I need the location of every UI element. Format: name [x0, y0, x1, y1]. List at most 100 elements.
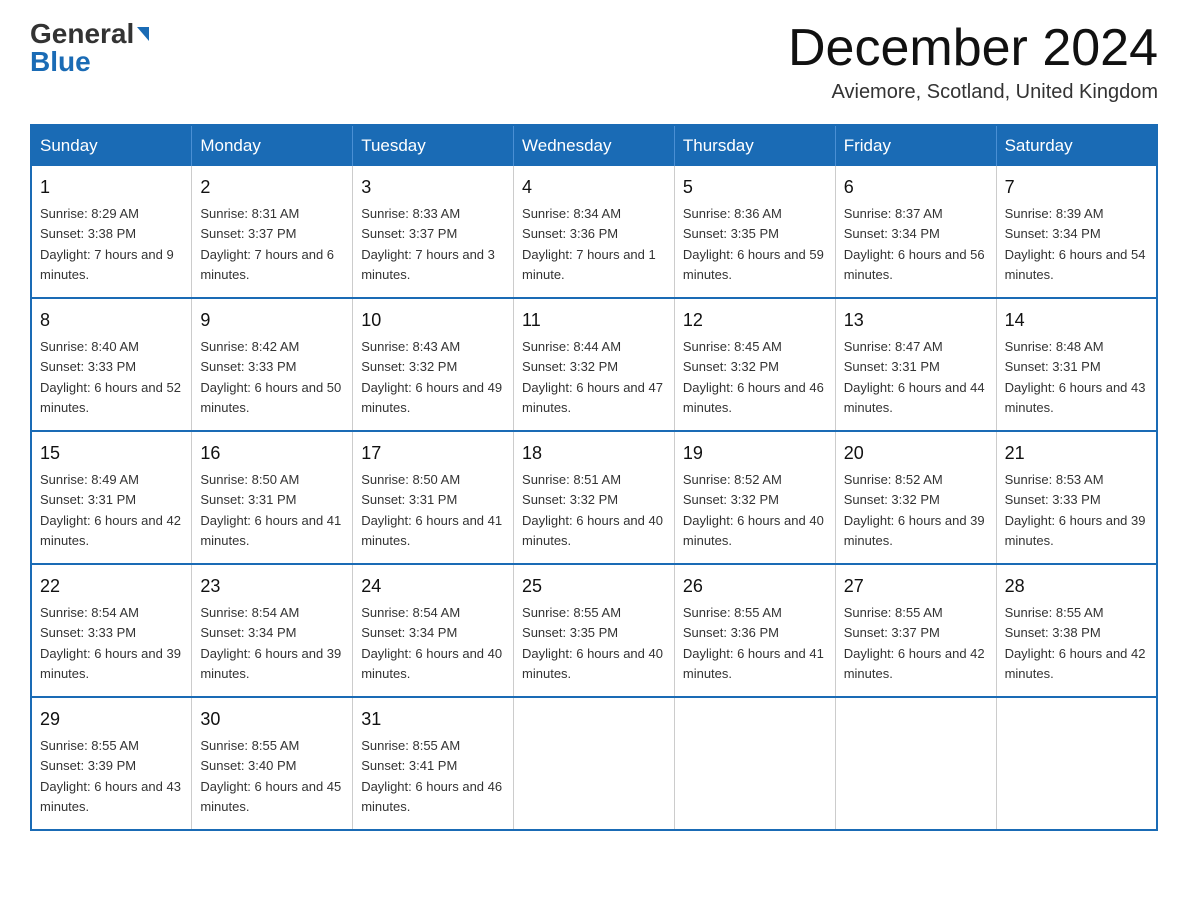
logo-arrow-icon [137, 27, 149, 41]
weekday-header-wednesday: Wednesday [514, 125, 675, 166]
day-info: Sunrise: 8:49 AMSunset: 3:31 PMDaylight:… [40, 472, 181, 548]
calendar-cell: 12 Sunrise: 8:45 AMSunset: 3:32 PMDaylig… [674, 298, 835, 431]
day-info: Sunrise: 8:48 AMSunset: 3:31 PMDaylight:… [1005, 339, 1146, 415]
day-info: Sunrise: 8:50 AMSunset: 3:31 PMDaylight:… [361, 472, 502, 548]
day-info: Sunrise: 8:37 AMSunset: 3:34 PMDaylight:… [844, 206, 985, 282]
day-number: 22 [40, 573, 183, 600]
calendar-cell: 4 Sunrise: 8:34 AMSunset: 3:36 PMDayligh… [514, 166, 675, 298]
calendar-cell: 11 Sunrise: 8:44 AMSunset: 3:32 PMDaylig… [514, 298, 675, 431]
weekday-header-saturday: Saturday [996, 125, 1157, 166]
day-info: Sunrise: 8:55 AMSunset: 3:39 PMDaylight:… [40, 738, 181, 814]
calendar-cell: 17 Sunrise: 8:50 AMSunset: 3:31 PMDaylig… [353, 431, 514, 564]
day-number: 7 [1005, 174, 1148, 201]
calendar-cell: 9 Sunrise: 8:42 AMSunset: 3:33 PMDayligh… [192, 298, 353, 431]
day-info: Sunrise: 8:45 AMSunset: 3:32 PMDaylight:… [683, 339, 824, 415]
calendar-week-row: 22 Sunrise: 8:54 AMSunset: 3:33 PMDaylig… [31, 564, 1157, 697]
logo: General Blue [30, 20, 149, 76]
day-number: 15 [40, 440, 183, 467]
day-number: 26 [683, 573, 827, 600]
day-number: 9 [200, 307, 344, 334]
day-number: 17 [361, 440, 505, 467]
day-number: 12 [683, 307, 827, 334]
day-info: Sunrise: 8:55 AMSunset: 3:38 PMDaylight:… [1005, 605, 1146, 681]
day-info: Sunrise: 8:54 AMSunset: 3:34 PMDaylight:… [361, 605, 502, 681]
logo-blue-text: Blue [30, 48, 91, 76]
calendar-cell: 23 Sunrise: 8:54 AMSunset: 3:34 PMDaylig… [192, 564, 353, 697]
calendar-cell: 25 Sunrise: 8:55 AMSunset: 3:35 PMDaylig… [514, 564, 675, 697]
calendar-cell: 15 Sunrise: 8:49 AMSunset: 3:31 PMDaylig… [31, 431, 192, 564]
weekday-header-thursday: Thursday [674, 125, 835, 166]
calendar-cell: 13 Sunrise: 8:47 AMSunset: 3:31 PMDaylig… [835, 298, 996, 431]
day-number: 8 [40, 307, 183, 334]
day-info: Sunrise: 8:31 AMSunset: 3:37 PMDaylight:… [200, 206, 334, 282]
calendar-cell: 16 Sunrise: 8:50 AMSunset: 3:31 PMDaylig… [192, 431, 353, 564]
calendar-cell: 20 Sunrise: 8:52 AMSunset: 3:32 PMDaylig… [835, 431, 996, 564]
day-number: 16 [200, 440, 344, 467]
day-info: Sunrise: 8:54 AMSunset: 3:33 PMDaylight:… [40, 605, 181, 681]
day-info: Sunrise: 8:55 AMSunset: 3:41 PMDaylight:… [361, 738, 502, 814]
calendar-cell: 2 Sunrise: 8:31 AMSunset: 3:37 PMDayligh… [192, 166, 353, 298]
day-number: 30 [200, 706, 344, 733]
calendar-cell: 8 Sunrise: 8:40 AMSunset: 3:33 PMDayligh… [31, 298, 192, 431]
day-number: 14 [1005, 307, 1148, 334]
calendar-cell [674, 697, 835, 830]
calendar-week-row: 8 Sunrise: 8:40 AMSunset: 3:33 PMDayligh… [31, 298, 1157, 431]
day-number: 3 [361, 174, 505, 201]
calendar-cell: 3 Sunrise: 8:33 AMSunset: 3:37 PMDayligh… [353, 166, 514, 298]
day-number: 27 [844, 573, 988, 600]
day-number: 20 [844, 440, 988, 467]
day-info: Sunrise: 8:47 AMSunset: 3:31 PMDaylight:… [844, 339, 985, 415]
calendar-cell: 5 Sunrise: 8:36 AMSunset: 3:35 PMDayligh… [674, 166, 835, 298]
calendar-cell: 26 Sunrise: 8:55 AMSunset: 3:36 PMDaylig… [674, 564, 835, 697]
logo-general-text: General [30, 20, 134, 48]
weekday-header-row: SundayMondayTuesdayWednesdayThursdayFrid… [31, 125, 1157, 166]
day-number: 6 [844, 174, 988, 201]
day-info: Sunrise: 8:55 AMSunset: 3:36 PMDaylight:… [683, 605, 824, 681]
calendar-cell: 28 Sunrise: 8:55 AMSunset: 3:38 PMDaylig… [996, 564, 1157, 697]
calendar-cell: 31 Sunrise: 8:55 AMSunset: 3:41 PMDaylig… [353, 697, 514, 830]
day-info: Sunrise: 8:33 AMSunset: 3:37 PMDaylight:… [361, 206, 495, 282]
day-number: 31 [361, 706, 505, 733]
weekday-header-tuesday: Tuesday [353, 125, 514, 166]
location-text: Aviemore, Scotland, United Kingdom [788, 81, 1158, 104]
calendar-cell: 22 Sunrise: 8:54 AMSunset: 3:33 PMDaylig… [31, 564, 192, 697]
day-number: 28 [1005, 573, 1148, 600]
calendar-cell: 6 Sunrise: 8:37 AMSunset: 3:34 PMDayligh… [835, 166, 996, 298]
month-title: December 2024 [788, 20, 1158, 77]
day-number: 19 [683, 440, 827, 467]
calendar-cell [996, 697, 1157, 830]
calendar-week-row: 29 Sunrise: 8:55 AMSunset: 3:39 PMDaylig… [31, 697, 1157, 830]
day-info: Sunrise: 8:52 AMSunset: 3:32 PMDaylight:… [844, 472, 985, 548]
calendar-week-row: 1 Sunrise: 8:29 AMSunset: 3:38 PMDayligh… [31, 166, 1157, 298]
day-number: 23 [200, 573, 344, 600]
calendar-cell: 21 Sunrise: 8:53 AMSunset: 3:33 PMDaylig… [996, 431, 1157, 564]
day-info: Sunrise: 8:39 AMSunset: 3:34 PMDaylight:… [1005, 206, 1146, 282]
calendar-cell [514, 697, 675, 830]
day-info: Sunrise: 8:53 AMSunset: 3:33 PMDaylight:… [1005, 472, 1146, 548]
day-number: 1 [40, 174, 183, 201]
day-number: 11 [522, 307, 666, 334]
weekday-header-monday: Monday [192, 125, 353, 166]
day-info: Sunrise: 8:55 AMSunset: 3:40 PMDaylight:… [200, 738, 341, 814]
day-info: Sunrise: 8:42 AMSunset: 3:33 PMDaylight:… [200, 339, 341, 415]
calendar-cell [835, 697, 996, 830]
day-info: Sunrise: 8:43 AMSunset: 3:32 PMDaylight:… [361, 339, 502, 415]
calendar-cell: 10 Sunrise: 8:43 AMSunset: 3:32 PMDaylig… [353, 298, 514, 431]
day-number: 24 [361, 573, 505, 600]
page-header: General Blue December 2024 Aviemore, Sco… [30, 20, 1158, 104]
day-number: 29 [40, 706, 183, 733]
day-info: Sunrise: 8:40 AMSunset: 3:33 PMDaylight:… [40, 339, 181, 415]
day-number: 13 [844, 307, 988, 334]
day-number: 18 [522, 440, 666, 467]
calendar-cell: 14 Sunrise: 8:48 AMSunset: 3:31 PMDaylig… [996, 298, 1157, 431]
calendar-cell: 1 Sunrise: 8:29 AMSunset: 3:38 PMDayligh… [31, 166, 192, 298]
day-number: 5 [683, 174, 827, 201]
day-info: Sunrise: 8:34 AMSunset: 3:36 PMDaylight:… [522, 206, 656, 282]
day-info: Sunrise: 8:51 AMSunset: 3:32 PMDaylight:… [522, 472, 663, 548]
day-number: 2 [200, 174, 344, 201]
calendar-week-row: 15 Sunrise: 8:49 AMSunset: 3:31 PMDaylig… [31, 431, 1157, 564]
day-number: 4 [522, 174, 666, 201]
calendar-cell: 18 Sunrise: 8:51 AMSunset: 3:32 PMDaylig… [514, 431, 675, 564]
day-info: Sunrise: 8:52 AMSunset: 3:32 PMDaylight:… [683, 472, 824, 548]
calendar-cell: 7 Sunrise: 8:39 AMSunset: 3:34 PMDayligh… [996, 166, 1157, 298]
